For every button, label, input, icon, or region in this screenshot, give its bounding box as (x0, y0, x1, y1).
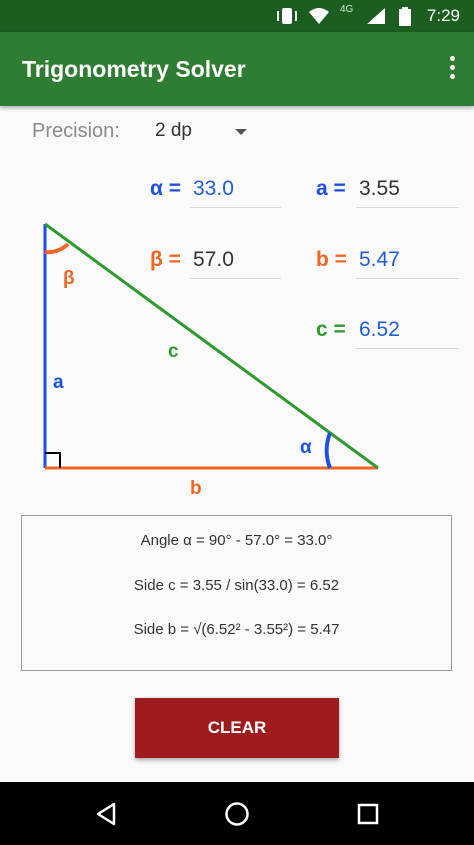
alpha-label: α = (150, 177, 182, 200)
back-icon[interactable] (94, 802, 118, 826)
side-b-field[interactable]: 5.47 (356, 248, 459, 279)
side-c-field[interactable]: 6.52 (356, 318, 459, 349)
clear-button[interactable]: CLEAR (135, 698, 339, 758)
navigation-bar (0, 782, 474, 845)
solution-line-3: Side b = √(6.52² - 3.55²) = 5.47 (133, 621, 340, 638)
right-angle-marker (45, 452, 61, 468)
side-c-label: c (168, 341, 179, 362)
alpha-arc (324, 432, 332, 469)
side-a-field-label: a = (316, 177, 346, 200)
side-c-field-label: c = (316, 318, 346, 341)
beta-arc (44, 242, 70, 255)
side-a-label: a (53, 372, 64, 393)
side-b-field-label: b = (316, 248, 347, 271)
angle-beta-label: β (63, 268, 75, 289)
solution-steps-box: Angle α = 90° - 57.0° = 33.0° Side c = 3… (21, 515, 452, 671)
side-b-label: b (190, 478, 202, 499)
beta-field[interactable]: 57.0 (190, 248, 281, 279)
solution-line-2: Side c = 3.55 / sin(33.0) = 6.52 (133, 577, 340, 594)
recents-icon[interactable] (357, 803, 379, 825)
side-a-field[interactable]: 3.55 (356, 177, 459, 208)
alpha-field[interactable]: 33.0 (190, 177, 281, 208)
home-icon[interactable] (224, 801, 250, 827)
beta-label: β = (150, 248, 181, 271)
angle-alpha-label: α (300, 437, 312, 458)
solution-line-1: Angle α = 90° - 57.0° = 33.0° (140, 532, 333, 549)
